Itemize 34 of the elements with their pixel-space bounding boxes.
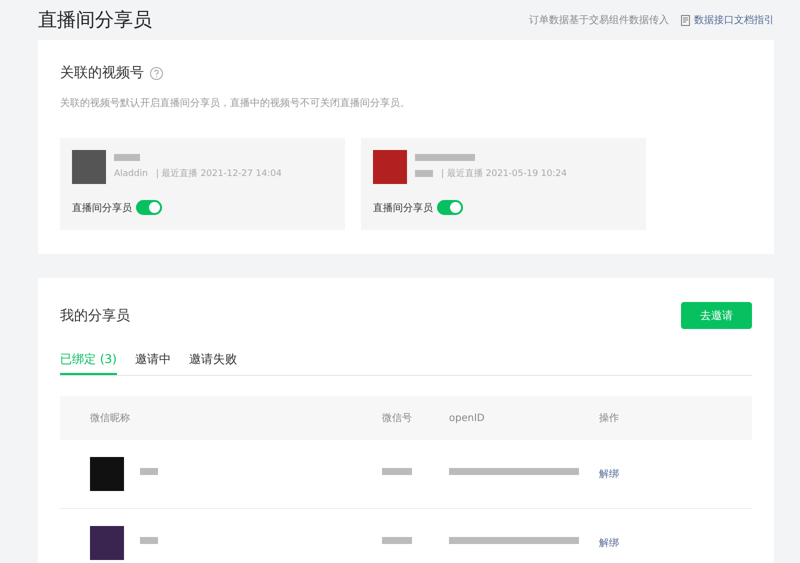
last-live-time: | 最近直播 2021-12-27 14:04 [156,168,282,180]
unbind-link[interactable]: 解绑 [599,467,752,481]
avatar-placeholder [90,526,124,560]
tab[interactable]: 邀请中 [134,351,171,375]
redacted-block [382,536,412,544]
section-title: 我的分享员 [60,306,130,324]
column-header: 微信昵称 [90,412,131,425]
tab[interactable]: 邀请失败 [188,351,237,375]
redacted-block [140,468,158,474]
section-description: 关联的视频号默认开启直播间分享员，直播中的视频号不可关闭直播间分享员。 [60,96,411,110]
help-icon[interactable] [150,66,163,80]
toggle-switch[interactable] [136,200,162,215]
column-header: 微信号 [382,412,413,425]
redacted-block [382,468,412,474]
redacted-block [415,154,475,161]
unbind-link[interactable]: 解绑 [599,536,752,550]
redacted-block [140,536,158,544]
header-note: 订单数据基于交易组件数据传入 [529,14,669,27]
toggle-switch[interactable] [437,200,463,215]
column-header: 操作 [599,412,620,425]
last-live-time: | 最近直播 2021-05-19 10:24 [441,168,567,180]
document-icon [681,14,690,26]
toggle-label: 直播间分享员 [72,202,132,214]
avatar-placeholder [373,150,407,184]
avatar-placeholder [72,150,106,184]
redacted-block [415,170,433,177]
page-title: 直播间分享员 [38,8,153,33]
column-header: openID [449,412,486,424]
avatar-placeholder [90,457,124,491]
account-name: Aladdin [114,168,148,178]
toggle-label: 直播间分享员 [373,202,433,214]
section-title: 关联的视频号 [60,64,144,82]
redacted-block [114,154,140,161]
doc-link[interactable]: 数据接口文档指引 [694,13,774,27]
